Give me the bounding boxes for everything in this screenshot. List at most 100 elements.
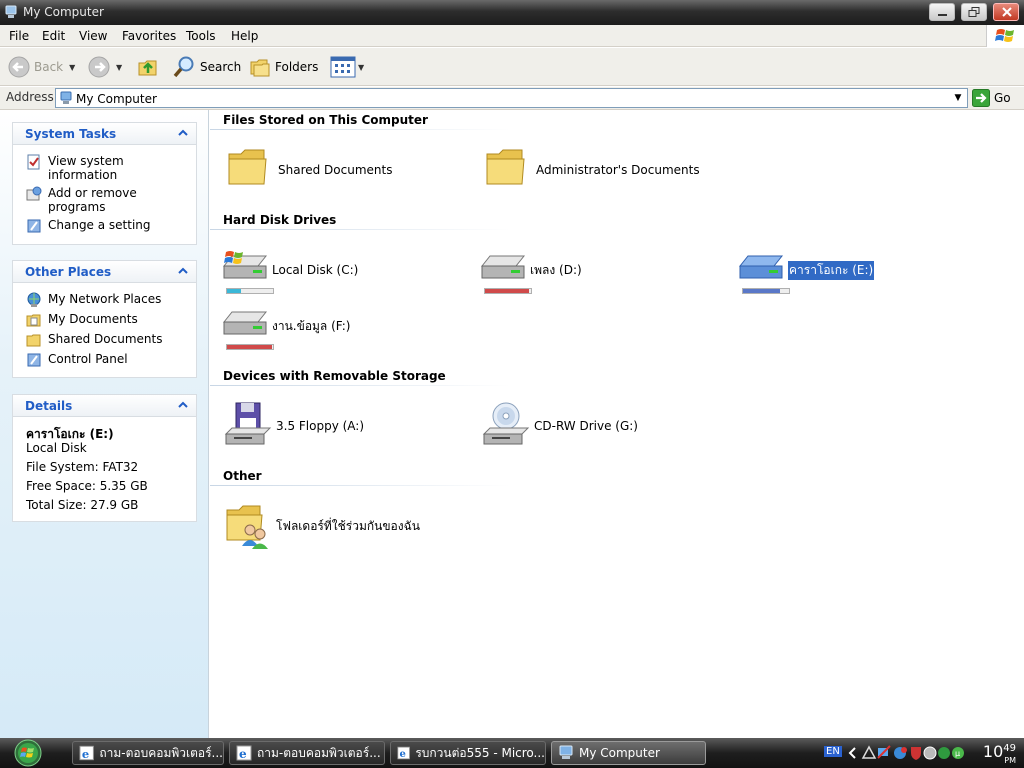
computer-icon bbox=[60, 91, 72, 104]
address-dropdown-icon[interactable]: ▼ bbox=[949, 89, 967, 107]
floppy-drive-icon bbox=[224, 402, 272, 445]
item-shared-documents[interactable]: Shared Documents bbox=[226, 146, 392, 194]
forward-dropdown-icon[interactable]: ▼ bbox=[116, 63, 122, 72]
svg-text:μ: μ bbox=[955, 749, 960, 758]
back-label: Back bbox=[34, 60, 64, 74]
collapse-chevron-icon[interactable] bbox=[178, 128, 188, 138]
menu-edit[interactable]: Edit bbox=[42, 29, 65, 43]
drive-d[interactable]: เพลง (D:) bbox=[478, 246, 582, 294]
taskbar-item-ie-3[interactable]: e รบกวนต่อ555 - Micro... bbox=[390, 741, 546, 765]
menu-view[interactable]: View bbox=[79, 29, 107, 43]
folder-icon bbox=[486, 149, 525, 185]
back-dropdown-icon[interactable]: ▼ bbox=[69, 63, 75, 72]
back-button[interactable]: Back ▼ bbox=[8, 55, 75, 79]
capacity-bar-fill bbox=[743, 289, 780, 293]
search-button[interactable]: Search bbox=[172, 55, 241, 79]
collapse-chevron-icon[interactable] bbox=[178, 400, 188, 410]
item-administrator-documents[interactable]: Administrator's Documents bbox=[484, 146, 700, 194]
capacity-bar-fill bbox=[485, 289, 529, 293]
go-button[interactable]: Go bbox=[972, 89, 1011, 107]
clock[interactable]: 1049 PM bbox=[983, 742, 1016, 765]
section-other: Other bbox=[223, 469, 262, 483]
taskbar: e ถาม-ตอบคอมพิวเตอร์... e ถาม-ตอบคอมพิวเ… bbox=[0, 738, 1024, 768]
folder-icon bbox=[228, 149, 267, 185]
search-icon bbox=[173, 56, 194, 78]
search-label: Search bbox=[200, 60, 242, 74]
content-pane: Files Stored on This Computer Shared Doc… bbox=[210, 110, 1024, 738]
window-title: My Computer bbox=[23, 5, 104, 19]
add-remove-programs-icon bbox=[26, 186, 42, 201]
toolbar: Back ▼ ▼ Search Folders ▼ bbox=[0, 48, 1024, 86]
capacity-bar-fill bbox=[227, 289, 241, 293]
close-icon bbox=[1002, 7, 1012, 17]
start-button[interactable] bbox=[8, 739, 52, 767]
address-input[interactable]: My Computer ▼ bbox=[55, 88, 968, 108]
address-label: Address bbox=[6, 90, 54, 104]
drive-f[interactable]: งาน.ข้อมูล (F:) bbox=[220, 302, 350, 350]
place-my-network-places[interactable]: My Network Places bbox=[13, 292, 196, 307]
forward-button[interactable]: ▼ bbox=[88, 55, 122, 79]
drive-g-cdrw[interactable]: CD-RW Drive (G:) bbox=[482, 402, 638, 450]
other-places-header[interactable]: Other Places bbox=[13, 261, 196, 283]
section-hard-disk-drives: Hard Disk Drives bbox=[223, 213, 337, 227]
drive-c[interactable]: Local Disk (C:) bbox=[220, 246, 358, 294]
system-info-icon bbox=[27, 154, 40, 170]
minimize-button[interactable] bbox=[929, 3, 955, 21]
tray-icons[interactable]: μ bbox=[860, 744, 980, 762]
task-view-system-info[interactable]: View system information bbox=[13, 154, 196, 182]
computer-icon bbox=[559, 745, 573, 759]
clock-ampm: PM bbox=[1004, 756, 1016, 765]
system-tasks-header[interactable]: System Tasks bbox=[13, 123, 196, 145]
place-shared-documents[interactable]: Shared Documents bbox=[13, 332, 196, 347]
windows-flag-icon bbox=[995, 29, 1014, 42]
system-tray: EN μ 1049 PM bbox=[820, 738, 1024, 768]
taskbar-item-ie-1[interactable]: e ถาม-ตอบคอมพิวเตอร์... bbox=[72, 741, 224, 765]
task-change-setting[interactable]: Change a setting bbox=[13, 218, 196, 233]
language-indicator[interactable]: EN bbox=[824, 746, 842, 757]
restore-button[interactable] bbox=[961, 3, 987, 21]
svg-text:e: e bbox=[239, 747, 247, 761]
menu-file[interactable]: File bbox=[9, 29, 29, 43]
details-total-size: Total Size: 27.9 GB bbox=[26, 498, 139, 512]
address-bar: Address My Computer ▼ Go bbox=[0, 87, 1024, 110]
place-my-documents[interactable]: My Documents bbox=[13, 312, 196, 327]
details-name: คาราโอเกะ (E:) bbox=[26, 427, 114, 441]
restore-icon bbox=[968, 7, 980, 17]
hard-disk-icon bbox=[222, 311, 268, 335]
collapse-chevron-icon[interactable] bbox=[178, 266, 188, 276]
address-value: My Computer bbox=[76, 92, 157, 106]
views-button[interactable]: ▼ bbox=[330, 55, 364, 79]
item-shared-folder[interactable]: โฟลเดอร์ที่ใช้ร่วมกันของฉัน bbox=[224, 502, 420, 550]
shared-folder-icon bbox=[26, 334, 41, 347]
menu-favorites[interactable]: Favorites bbox=[122, 29, 176, 43]
close-button[interactable] bbox=[993, 3, 1019, 21]
folders-label: Folders bbox=[275, 60, 319, 74]
details-panel: Details คาราโอเกะ (E:) Local Disk File S… bbox=[12, 394, 197, 522]
taskbar-item-my-computer[interactable]: My Computer bbox=[551, 741, 706, 765]
views-dropdown-icon[interactable]: ▼ bbox=[358, 63, 364, 72]
menu-help[interactable]: Help bbox=[231, 29, 258, 43]
menu-tools[interactable]: Tools bbox=[186, 29, 216, 43]
drive-a-floppy[interactable]: 3.5 Floppy (A:) bbox=[224, 402, 364, 450]
folders-button[interactable]: Folders bbox=[249, 55, 318, 79]
hard-disk-windows-icon bbox=[222, 251, 268, 279]
status-tray-icon bbox=[938, 747, 950, 759]
clock-minutes: 49 bbox=[1003, 743, 1016, 754]
capacity-bar bbox=[226, 288, 274, 294]
show-hidden-icons-chevron-icon[interactable] bbox=[847, 747, 857, 759]
task-add-remove-programs[interactable]: Add or remove programs bbox=[13, 186, 196, 214]
other-places-panel: Other Places My Network Places My Docume… bbox=[12, 260, 197, 378]
task-pane: System Tasks View system information Add… bbox=[0, 110, 209, 738]
drive-e-selected[interactable]: คาราโอเกะ (E:) bbox=[736, 246, 876, 294]
antivirus-tray-icon bbox=[894, 747, 907, 759]
details-file-system: File System: FAT32 bbox=[26, 460, 139, 474]
details-header[interactable]: Details bbox=[13, 395, 196, 417]
up-folder-button[interactable] bbox=[137, 55, 159, 79]
utorrent-tray-icon: μ bbox=[952, 747, 964, 759]
control-panel-icon bbox=[27, 219, 41, 233]
title-bar: My Computer bbox=[0, 0, 1024, 25]
forward-arrow-icon bbox=[88, 56, 110, 78]
details-title: Details bbox=[25, 399, 73, 413]
place-control-panel[interactable]: Control Panel bbox=[13, 352, 196, 367]
taskbar-item-ie-2[interactable]: e ถาม-ตอบคอมพิวเตอร์... bbox=[229, 741, 385, 765]
